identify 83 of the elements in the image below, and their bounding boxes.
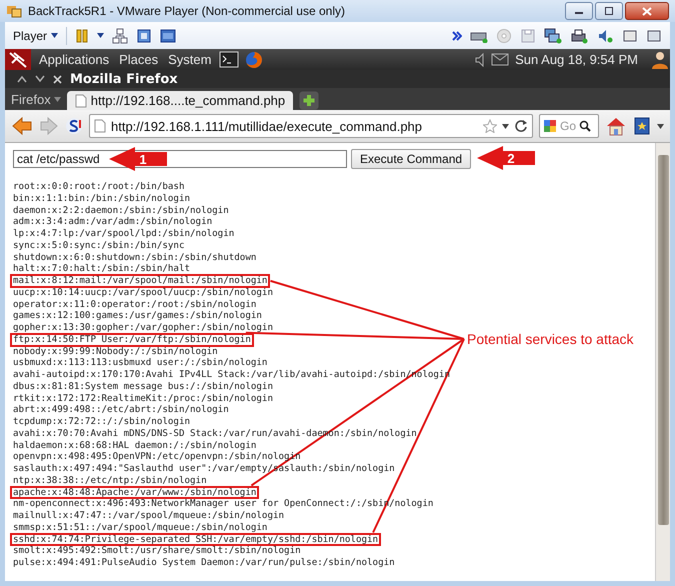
bookmarks-icon[interactable] (633, 117, 651, 135)
annotation-text: Potential services to attack (467, 331, 634, 347)
window-icon[interactable] (622, 28, 638, 44)
highlighted-output-line: mail:x:8:12:mail:/var/spool/mail:/sbin/nologin (10, 274, 270, 288)
reload-icon[interactable] (514, 119, 528, 133)
output-line: uucp:x:10:14:uucp:/var/spool/uucp:/sbin/nologin (12, 286, 274, 298)
execute-button[interactable]: Execute Command (351, 149, 472, 169)
caret-icon[interactable] (97, 33, 104, 38)
maximize-button[interactable] (595, 2, 623, 20)
output-line: rtkit:x:172:172:RealtimeKit:/proc:/sbin/nologin (12, 392, 274, 404)
home-icon[interactable] (605, 116, 627, 136)
message-icon[interactable] (646, 28, 662, 44)
star-icon[interactable] (483, 119, 497, 133)
app-icon (6, 3, 22, 19)
highlighted-output-line: ftp:x:14:50:FTP User:/var/ftp:/sbin/nologin (10, 332, 254, 346)
volume-icon[interactable] (475, 52, 486, 66)
scrollbar[interactable] (655, 143, 670, 581)
output-line: bin:x:1:1:bin:/bin:/sbin/nologin (12, 192, 192, 204)
output-line: dbus:x:81:81:System message bus:/:/sbin/nologin (12, 380, 274, 392)
output-line: ntp:x:38:38::/etc/ntp:/sbin/nologin (12, 474, 208, 486)
output-line: daemon:x:2:2:daemon:/sbin:/sbin/nologin (12, 204, 230, 216)
output-line: sync:x:5:0:sync:/sbin:/bin/sync (12, 240, 186, 252)
output-line: root:x:0:0:root:/root:/bin/bash (12, 181, 186, 193)
highlighted-output-line: sshd:x:74:74:Privilege-separated SSH:/var/empty/sshd:/sbin/nologin (10, 532, 382, 546)
user-icon[interactable] (650, 50, 670, 70)
highlighted-output-line: apache:x:48:48:Apache:/var/www:/sbin/nologin (10, 486, 260, 500)
s-logo-icon[interactable] (65, 117, 83, 135)
player-menu[interactable]: Player (13, 28, 58, 42)
mail-icon[interactable] (491, 53, 510, 66)
search-icon (579, 120, 592, 132)
output-line: gopher:x:13:30:gopher:/var/gopher:/sbin/nologin (12, 322, 274, 334)
caret-icon[interactable] (502, 124, 509, 128)
output-line: tcpdump:x:72:72::/:/sbin/nologin (12, 416, 192, 428)
output-line: operator:x:11:0:operator:/root:/sbin/nologin (12, 298, 258, 310)
panel-menu[interactable]: Places (117, 52, 160, 67)
panel-menu[interactable]: System (166, 52, 214, 67)
output-line: halt:x:7:0:halt:/sbin:/sbin/halt (12, 263, 192, 275)
firefox-icon[interactable] (245, 50, 264, 68)
minimize-button[interactable] (565, 2, 593, 20)
close-icon (642, 6, 652, 16)
printer-icon[interactable] (570, 28, 588, 44)
browser-title: Mozilla Firefox (70, 72, 178, 86)
close-icon[interactable] (53, 74, 62, 84)
output-line: smmsp:x:51:51::/var/spool/mqueue:/sbin/nologin (12, 522, 268, 534)
caret-icon[interactable] (657, 124, 664, 128)
pause-icon[interactable] (75, 28, 90, 42)
new-tab-icon[interactable] (299, 91, 320, 110)
address-bar[interactable]: http://192.168.1.111/mutillidae/execute_command.php (89, 114, 533, 138)
terminal-icon[interactable] (219, 51, 240, 68)
collapse-icon[interactable] (17, 75, 27, 83)
firefox-menu[interactable]: Firefox (11, 92, 61, 106)
network-adapter-icon[interactable] (544, 28, 562, 44)
panel-menu[interactable]: Applications (37, 52, 112, 67)
network-icon[interactable] (112, 28, 128, 44)
maximize-icon (604, 7, 614, 15)
output-line: games:x:12:100:games:/usr/games:/sbin/nologin (12, 310, 263, 322)
clock[interactable]: Sun Aug 18, 9:54 PM (515, 52, 638, 67)
speaker-icon[interactable] (596, 28, 614, 44)
caret-icon (54, 96, 61, 102)
output-line: nobody:x:99:99:Nobody:/:/sbin/nologin (12, 346, 219, 358)
browser-tab[interactable]: http://192.168....te_command.php (66, 91, 294, 110)
page-icon (74, 94, 87, 108)
output-line: mailnull:x:47:47::/var/spool/mqueue:/sbin/nologin (12, 510, 286, 522)
output-line: lp:x:4:7:lp:/var/spool/lpd:/sbin/nologin (12, 228, 236, 240)
unity-icon[interactable] (160, 28, 176, 44)
double-chevron-icon[interactable] (452, 30, 462, 40)
close-button[interactable] (625, 2, 669, 20)
window-title: BackTrack5R1 - VMware Player (Non-commercial use only) (28, 4, 346, 18)
dragon-logo-icon[interactable] (5, 49, 31, 70)
output-line: adm:x:3:4:adm:/var/adm:/sbin/nologin (12, 216, 214, 228)
fullscreen-icon[interactable] (136, 28, 152, 44)
page-icon (94, 119, 106, 133)
back-icon[interactable] (11, 116, 33, 136)
output-line: pulse:x:494:491:PulseAudio System Daemon:/var/run/pulse:/sbin/nologin (12, 557, 396, 569)
caret-icon (51, 33, 58, 38)
output-line: shutdown:x:6:0:shutdown:/sbin:/sbin/shutdown (12, 252, 258, 264)
output-line: usbmuxd:x:113:113:usbmuxd user:/:/sbin/nologin (12, 357, 268, 369)
expand-icon[interactable] (35, 75, 45, 83)
output-line: haldaemon:x:68:68:HAL daemon:/:/sbin/nologin (12, 440, 258, 452)
google-icon (543, 119, 557, 133)
scrollbar-thumb[interactable] (658, 155, 668, 525)
output-line: smolt:x:495:492:Smolt:/usr/share/smolt:/sbin/nologin (12, 545, 302, 557)
output-line: abrt:x:499:498::/etc/abrt:/sbin/nologin (12, 404, 230, 416)
